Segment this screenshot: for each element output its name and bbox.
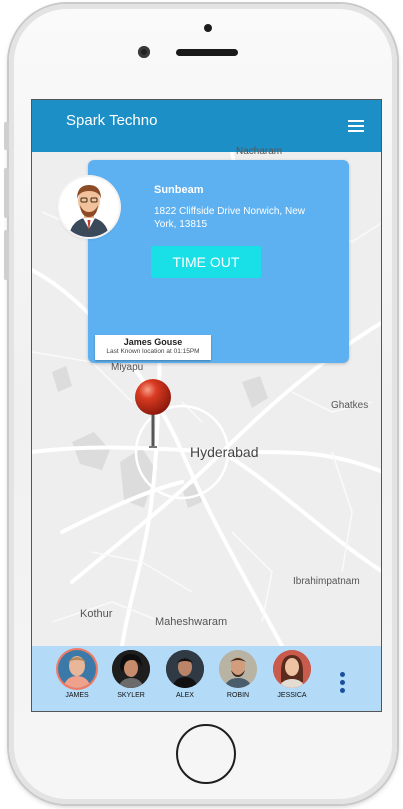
info-card: Sunbeam 1822 Cliffside Drive Norwich, Ne… xyxy=(88,160,349,363)
marker-title: James Gouse xyxy=(123,337,183,347)
map-label-kothur: Kothur xyxy=(80,608,113,620)
avatar xyxy=(273,650,311,688)
man-avatar-icon xyxy=(59,177,119,237)
contact-name: ALEX xyxy=(176,692,194,699)
contact-item-alex[interactable]: ALEX xyxy=(165,650,205,699)
avatar xyxy=(166,650,204,688)
user-avatar xyxy=(59,177,119,237)
avatar xyxy=(219,650,257,688)
contact-name: SKYLER xyxy=(117,692,145,699)
map-pin-icon[interactable] xyxy=(133,378,173,452)
contact-item-jessica[interactable]: JESSICA xyxy=(272,650,312,699)
time-out-button[interactable]: TIME OUT xyxy=(151,246,261,278)
map-label-maheshwaram: Maheshwaram xyxy=(155,616,228,628)
contacts-bar: JAMES SKYLER ALEX ROBIN JESSICA xyxy=(32,646,381,711)
volume-down-button xyxy=(4,230,9,280)
app-bar: Spark Techno xyxy=(32,100,381,152)
vertical-dots-icon[interactable] xyxy=(338,672,346,698)
card-location-name: Sunbeam xyxy=(154,184,204,196)
earpiece-speaker xyxy=(176,49,238,56)
volume-up-button xyxy=(4,168,9,218)
map-label-miyapur: Miyapu xyxy=(111,362,144,373)
card-address: 1822 Cliffside Drive Norwich, New York, … xyxy=(154,206,305,230)
map-label-ghatkes: Ghatkes xyxy=(331,400,369,411)
front-camera xyxy=(138,46,150,58)
marker-subtitle: Last Known location at 01:15PM xyxy=(106,348,200,355)
contact-item-skyler[interactable]: SKYLER xyxy=(111,650,151,699)
app-screen: Spark Techno Nacharam Ghatkes Hyderabad … xyxy=(31,99,382,712)
contact-name: JAMES xyxy=(65,692,89,699)
map-label-ibrahimpatnam: Ibrahimpatnam xyxy=(293,576,360,587)
hamburger-menu-icon[interactable] xyxy=(348,120,364,132)
contact-item-james[interactable]: JAMES xyxy=(57,650,97,699)
mute-switch xyxy=(4,122,9,150)
contact-item-robin[interactable]: ROBIN xyxy=(218,650,258,699)
marker-tooltip: James Gouse Last Known location at 01:15… xyxy=(95,335,211,360)
avatar xyxy=(58,650,96,688)
contact-name: JESSICA xyxy=(277,692,307,699)
avatar xyxy=(112,650,150,688)
map-label-hyderabad: Hyderabad xyxy=(190,444,259,460)
home-button[interactable] xyxy=(176,724,236,784)
contact-name: ROBIN xyxy=(226,692,250,699)
sensor-dot xyxy=(204,24,212,32)
app-title: Spark Techno xyxy=(66,112,158,129)
map-label-nacharam: Nacharam xyxy=(236,146,283,157)
